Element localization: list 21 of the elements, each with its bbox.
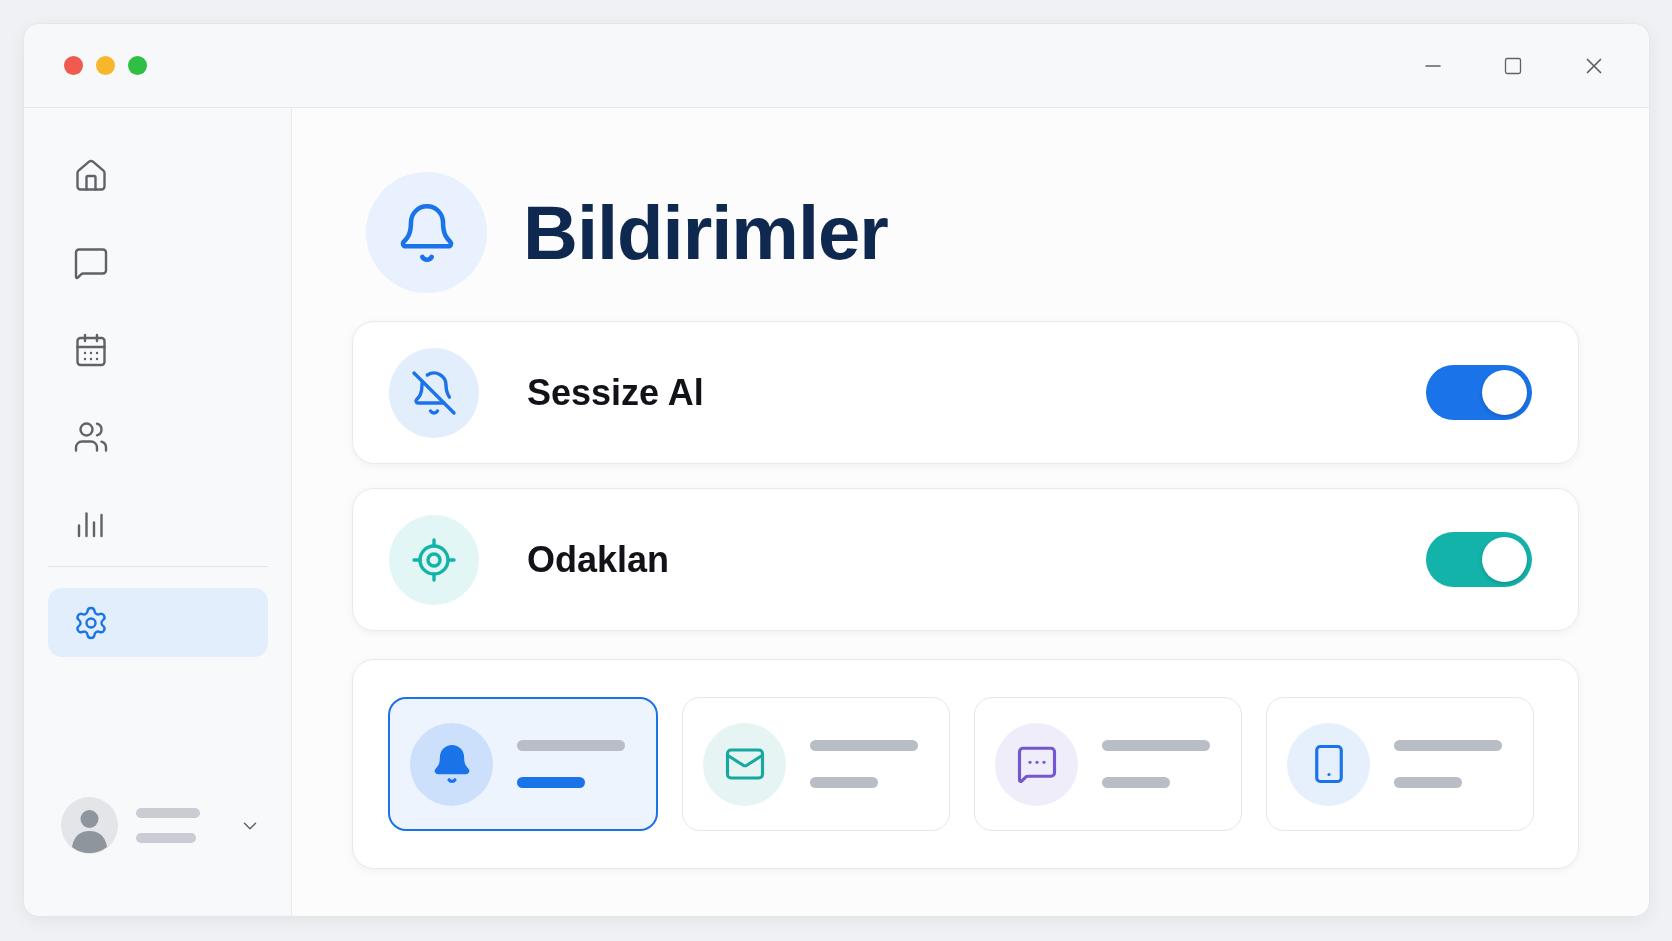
toggle-switch[interactable] [1426, 532, 1532, 587]
maximize-dot-icon[interactable] [128, 56, 147, 75]
page-title: Bildirimler [523, 190, 888, 275]
placeholder-line [810, 777, 878, 788]
settings-icon [73, 604, 109, 641]
minimize-dot-icon[interactable] [96, 56, 115, 75]
avatar-icon[interactable] [61, 797, 118, 854]
calendar-icon [73, 331, 109, 368]
home-icon [73, 157, 109, 194]
sidebar-item[interactable] [48, 588, 268, 657]
toggle-switch[interactable] [1426, 365, 1532, 420]
setting-label: Odaklan [527, 538, 670, 581]
placeholder-line [136, 833, 196, 843]
placeholder-line [136, 808, 200, 818]
setting-label: Sessize Al [527, 371, 704, 414]
placeholder-line [517, 777, 585, 788]
option-tile[interactable] [388, 697, 658, 831]
placeholder-line [1102, 777, 1170, 788]
maximize-icon[interactable] [1503, 55, 1523, 76]
placeholder-line [1394, 777, 1462, 788]
close-dot-icon[interactable] [64, 56, 83, 75]
